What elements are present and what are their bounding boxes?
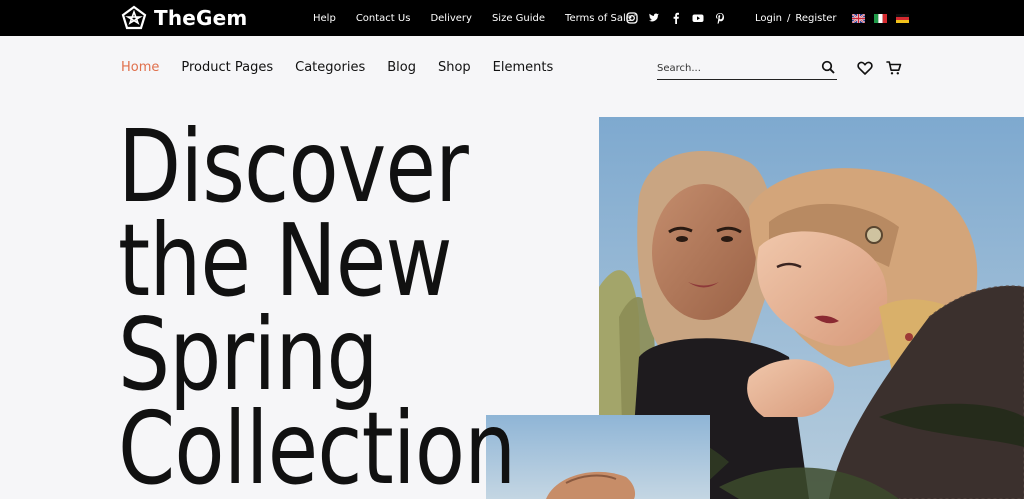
wishlist-heart-icon[interactable] xyxy=(857,60,873,76)
utility-links: Help Contact Us Delivery Size Guide Term… xyxy=(313,0,652,36)
main-nav: Home Product Pages Categories Blog Shop … xyxy=(121,58,575,76)
hero-headline-line-3: Spring xyxy=(118,296,379,413)
language-switcher xyxy=(852,0,909,36)
facebook-icon[interactable] xyxy=(669,12,682,25)
nav-item-product-pages[interactable]: Product Pages xyxy=(181,60,273,75)
brand-name: TheGem xyxy=(154,6,248,30)
uk-flag-icon[interactable] xyxy=(852,13,865,23)
pentagon-star-logo-icon xyxy=(121,5,147,30)
germany-flag-icon[interactable] xyxy=(896,13,909,23)
nav-item-blog[interactable]: Blog xyxy=(387,60,416,75)
delivery-link[interactable]: Delivery xyxy=(430,13,472,24)
hero-headline-line-1: Discover xyxy=(118,108,469,225)
login-link[interactable]: Login xyxy=(755,13,782,24)
top-bar: TheGem Help Contact Us Delivery Size Gui… xyxy=(0,0,1024,36)
nav-item-categories[interactable]: Categories xyxy=(295,60,365,75)
size-guide-link[interactable]: Size Guide xyxy=(492,13,545,24)
cart-icon[interactable] xyxy=(886,60,902,76)
search-box xyxy=(657,58,837,80)
hero-headline-line-4: Collection xyxy=(118,390,516,499)
search-icon[interactable] xyxy=(821,60,835,74)
auth-separator: / xyxy=(786,12,791,24)
hero-headline-line-2: the New xyxy=(118,202,453,319)
search-input[interactable] xyxy=(657,59,807,78)
logo[interactable]: TheGem xyxy=(121,5,247,31)
register-link[interactable]: Register xyxy=(795,13,836,24)
nav-item-elements[interactable]: Elements xyxy=(493,60,554,75)
social-links xyxy=(625,0,726,36)
contact-us-link[interactable]: Contact Us xyxy=(356,13,411,24)
twitter-icon[interactable] xyxy=(647,12,660,25)
italy-flag-icon[interactable] xyxy=(874,13,887,23)
pinterest-icon[interactable] xyxy=(713,12,726,25)
nav-item-home[interactable]: Home xyxy=(121,60,159,75)
nav-item-shop[interactable]: Shop xyxy=(438,60,471,75)
terms-of-sale-link[interactable]: Terms of Sale xyxy=(565,13,632,24)
youtube-icon[interactable] xyxy=(691,12,704,25)
instagram-icon[interactable] xyxy=(625,12,638,25)
hero-headline: Discover the New Spring Collection xyxy=(118,108,603,499)
auth-links: Login / Register xyxy=(755,0,837,36)
help-link[interactable]: Help xyxy=(313,13,336,24)
